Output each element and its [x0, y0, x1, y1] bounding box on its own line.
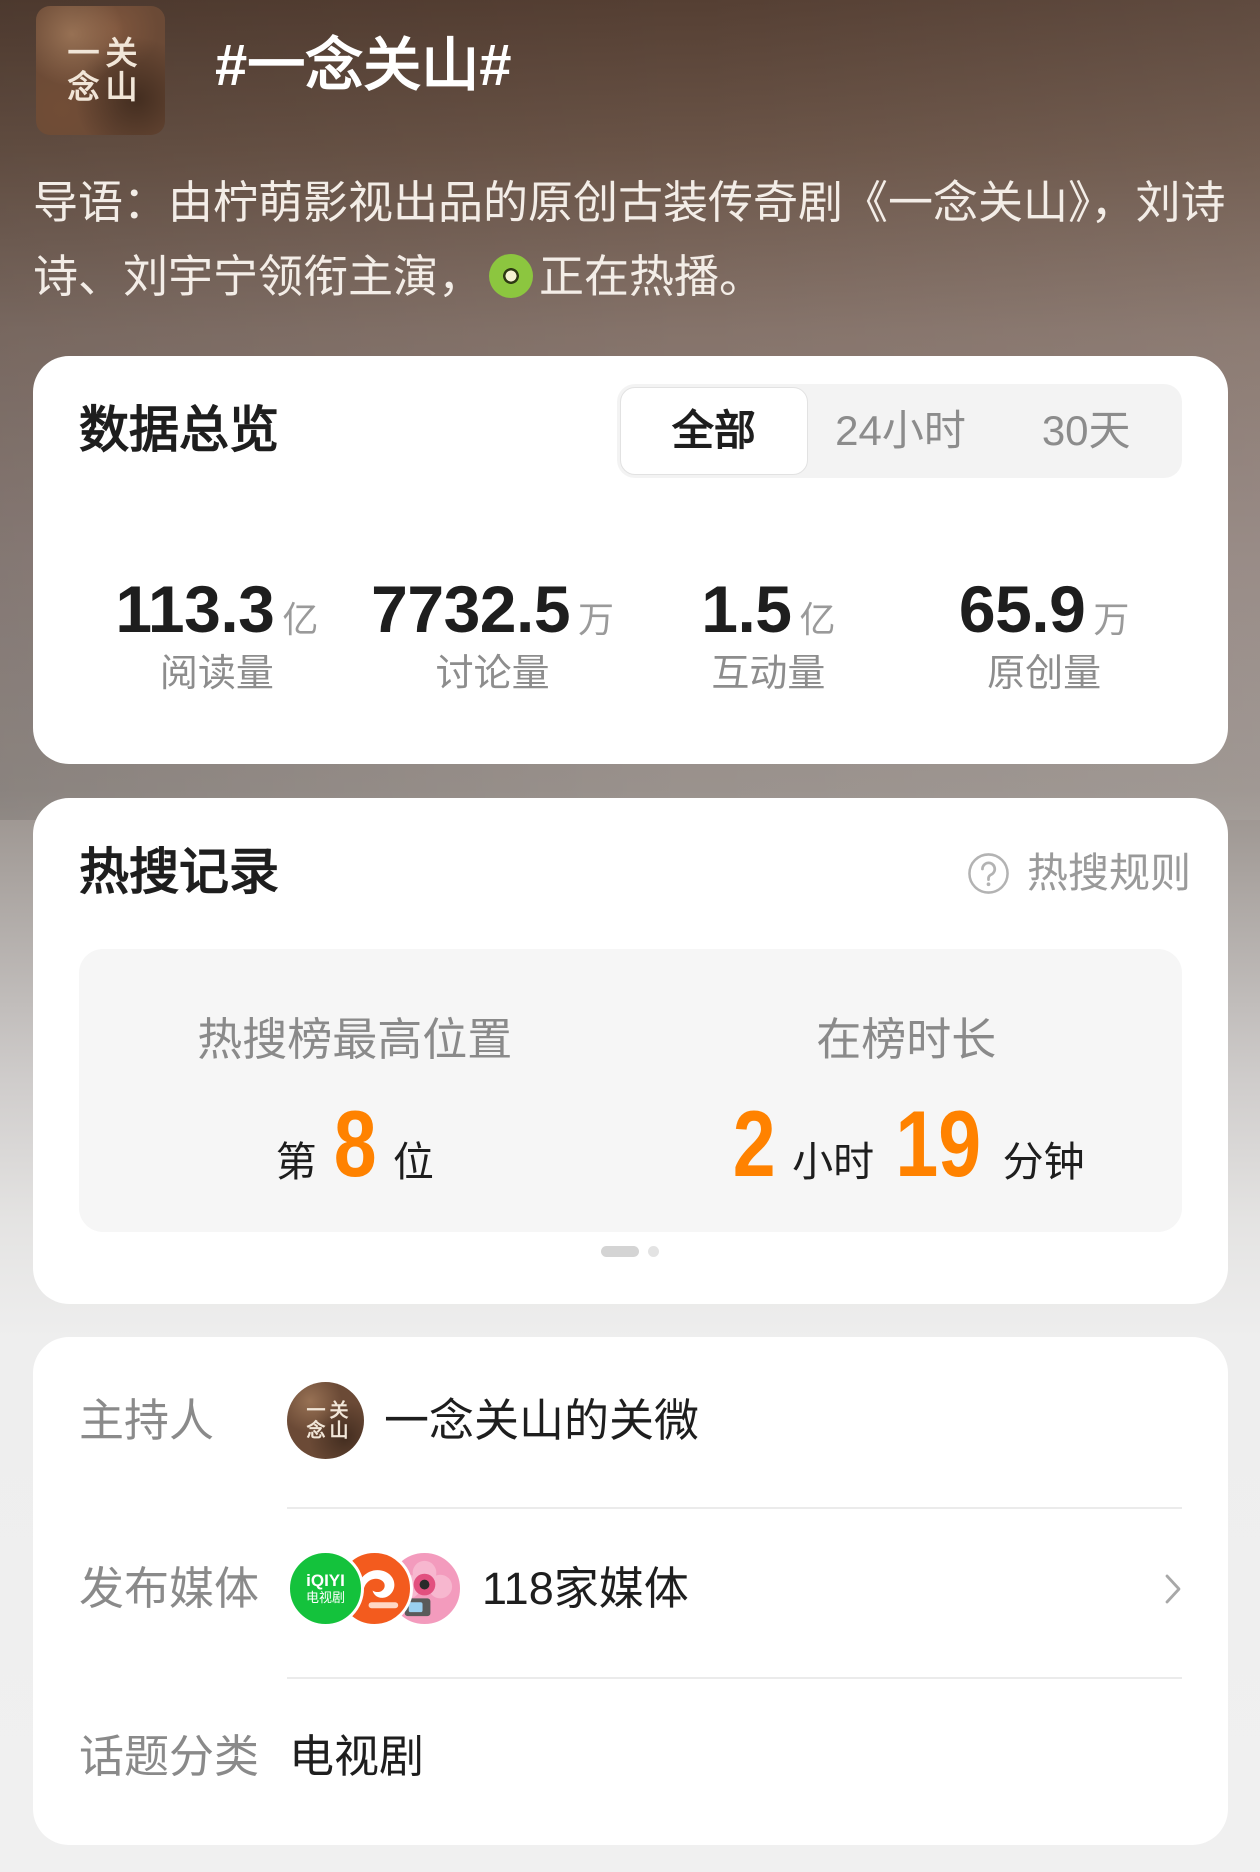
stat-interactions: 1.5 亿 互动量	[631, 569, 907, 699]
peak-rank-label: 热搜榜最高位置	[197, 1014, 513, 1065]
rank-number: 8	[333, 1091, 377, 1196]
rank-suffix: 位	[392, 1139, 434, 1185]
topic-page: 一念关山 #一念关山# 导语：由柠萌影视出品的原创古装传奇剧《一念关山》，刘诗诗…	[0, 0, 1260, 1872]
kiwi-icon	[489, 254, 534, 298]
topic-title: #一念关山#	[215, 33, 512, 98]
hot-search-stats-panel: 热搜榜最高位置 第8位 在榜时长 2 小时 19 分钟	[79, 949, 1182, 1232]
stat-discussions: 7732.5 万 讨论量	[355, 569, 631, 699]
stat-reads: 113.3 亿 阅读量	[79, 569, 355, 699]
duration-label: 在榜时长	[816, 1014, 997, 1065]
hours-unit: 小时	[792, 1139, 875, 1185]
stat-value: 7732.5	[371, 572, 571, 646]
rules-label: 热搜规则	[1027, 850, 1191, 896]
duration-minutes: 19	[895, 1091, 982, 1196]
carousel-pagination	[601, 1246, 659, 1257]
host-avatar: 一念关山	[287, 1382, 364, 1459]
stat-value: 113.3	[115, 572, 275, 646]
intro-suffix: 正在热播。	[539, 251, 765, 302]
page-indicator-dot	[648, 1246, 659, 1257]
tab-all[interactable]: 全部	[620, 387, 808, 475]
iqiyi-logo-subtext: 电视剧	[305, 1590, 345, 1605]
chevron-right-icon	[1165, 1574, 1181, 1604]
stat-unit: 亿	[282, 599, 319, 640]
stat-label: 原创量	[987, 653, 1102, 695]
media-count: 118家媒体	[482, 1563, 689, 1614]
tab-24-hours[interactable]: 24小时	[808, 387, 994, 475]
category-row: 话题分类 电视剧	[33, 1673, 1228, 1841]
time-range-tabs: 全部 24小时 30天	[617, 384, 1182, 478]
stat-label: 讨论量	[435, 653, 550, 695]
data-overview-card: 数据总览 全部 24小时 30天 113.3 亿 阅读量 7732.5 万 讨论量 …	[33, 356, 1228, 764]
duration-block: 在榜时长 2 小时 19 分钟	[631, 949, 1183, 1232]
hot-search-rules-link[interactable]: 热搜规则	[967, 848, 1191, 898]
topic-info-card: 主持人 一念关山 一念关山的关微 发布媒体 iQIYI 电视剧 118家媒体 话…	[33, 1337, 1228, 1845]
topic-avatar: 一念关山	[36, 6, 165, 135]
stat-value: 1.5	[701, 572, 792, 646]
hot-search-card: 热搜记录 热搜规则 热搜榜最高位置 第8位 在榜时长 2 小时 19 分钟	[33, 798, 1228, 1304]
host-row[interactable]: 主持人 一念关山 一念关山的关微	[33, 1337, 1228, 1505]
stat-original-posts: 65.9 万 原创量	[906, 569, 1182, 699]
stat-value-group: 7732.5 万	[355, 569, 631, 649]
stat-value: 65.9	[958, 572, 1086, 646]
stat-unit: 亿	[799, 599, 836, 640]
avatar-logo-lettering: 一念关山	[63, 35, 138, 104]
avatar-logo-lettering: 一念关山	[303, 1399, 348, 1440]
hot-search-title: 热搜记录	[79, 844, 279, 900]
iqiyi-logo-word: iQIYI	[306, 1571, 345, 1590]
peak-rank-block: 热搜榜最高位置 第8位	[79, 949, 631, 1232]
page-indicator-dot	[601, 1246, 639, 1257]
duration-value: 2 小时 19 分钟	[631, 1094, 1183, 1194]
stat-value-group: 65.9 万	[906, 569, 1182, 649]
stat-label: 阅读量	[159, 653, 274, 695]
media-label: 发布媒体	[79, 1563, 260, 1614]
duration-hours: 2	[732, 1091, 776, 1196]
peak-rank-value: 第8位	[79, 1094, 631, 1194]
topic-intro: 导语：由柠萌影视出品的原创古装传奇剧《一念关山》，刘诗诗、刘宇宁领衔主演， 正在热…	[33, 166, 1228, 314]
media-logo-stack: iQIYI 电视剧	[287, 1550, 467, 1628]
host-name: 一念关山的关微	[384, 1395, 700, 1446]
stats-row: 113.3 亿 阅读量 7732.5 万 讨论量 1.5 亿 互动量 65.9 万 原创…	[79, 569, 1182, 699]
rank-prefix: 第	[275, 1139, 317, 1185]
stat-value-group: 1.5 亿	[631, 569, 907, 649]
media-row[interactable]: 发布媒体 iQIYI 电视剧 118家媒体	[33, 1505, 1228, 1673]
tab-30-days[interactable]: 30天	[993, 387, 1179, 475]
host-label: 主持人	[79, 1395, 215, 1446]
iqiyi-logo: iQIYI 电视剧	[287, 1550, 364, 1627]
stat-unit: 万	[1093, 599, 1130, 640]
question-circle-icon	[968, 852, 1009, 894]
overview-title: 数据总览	[79, 402, 279, 458]
category-value: 电视剧	[289, 1731, 425, 1782]
stat-label: 互动量	[711, 653, 826, 695]
minutes-unit: 分钟	[1002, 1139, 1085, 1185]
stat-value-group: 113.3 亿	[79, 569, 355, 649]
stat-unit: 万	[578, 599, 615, 640]
category-label: 话题分类	[79, 1731, 260, 1782]
